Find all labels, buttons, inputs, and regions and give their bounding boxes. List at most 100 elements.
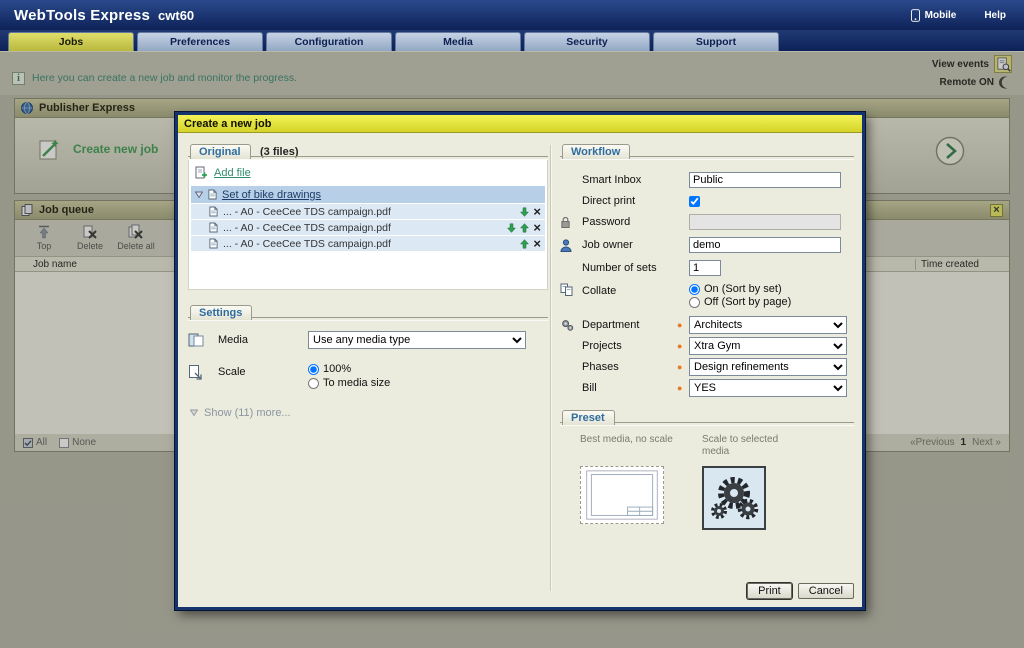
collapse-triangle-icon[interactable] [195, 191, 203, 199]
add-file-icon [195, 166, 208, 179]
media-select[interactable]: Use any media type [308, 331, 526, 349]
scale-100-option[interactable]: 100% [308, 363, 390, 375]
document-icon [208, 189, 217, 200]
projects-label: Projects [582, 340, 677, 352]
collate-row: Collate On (Sort by set) Off (Sort by pa… [560, 283, 854, 309]
file-set-row[interactable]: Set of bike drawings [191, 186, 545, 203]
collate-options: On (Sort by set) Off (Sort by page) [689, 283, 791, 309]
scale-100-radio[interactable] [308, 364, 319, 375]
phone-icon [911, 9, 920, 22]
smart-inbox-row: Smart Inbox [560, 172, 854, 188]
bill-row: Bill ● YES [560, 379, 854, 397]
help-label: Help [984, 10, 1006, 21]
print-button[interactable]: Print [747, 583, 792, 599]
cancel-button[interactable]: Cancel [798, 583, 854, 599]
job-owner-input[interactable] [689, 237, 841, 253]
smart-inbox-input[interactable] [689, 172, 841, 188]
number-of-sets-label: Number of sets [582, 262, 677, 274]
department-row: Department ● Architects [560, 316, 854, 334]
move-up-icon[interactable] [520, 223, 529, 233]
required-indicator: ● [677, 362, 689, 372]
accounting-gears-icon [560, 318, 582, 333]
preset-best-media-label: Best media, no scale [580, 434, 676, 466]
settings-group: Settings Media Use any media type [188, 304, 548, 419]
document-icon [209, 206, 218, 217]
set-name-link[interactable]: Set of bike drawings [222, 189, 321, 201]
smart-inbox-label: Smart Inbox [582, 174, 677, 186]
top-bar: WebTools Express cwt60 Mobile Help [0, 0, 1024, 30]
tab-configuration[interactable]: Configuration [266, 32, 392, 51]
collate-off-radio[interactable] [689, 297, 700, 308]
scale-to-media-label: To media size [323, 377, 390, 389]
remove-file-icon[interactable]: × [533, 206, 541, 217]
original-files-count: (3 files) [260, 146, 299, 158]
move-down-icon[interactable] [520, 207, 529, 217]
preset-group-header: Preset [560, 409, 854, 426]
original-group: Original (3 files) Add file Set of bike … [188, 143, 548, 290]
document-icon [209, 238, 218, 249]
department-select[interactable]: Architects [689, 316, 847, 334]
direct-print-checkbox[interactable] [689, 196, 700, 207]
tab-support[interactable]: Support [653, 32, 779, 51]
collate-on-label: On (Sort by set) [704, 283, 782, 295]
preset-scale-media-option[interactable]: Scale to selected media [702, 434, 798, 530]
brand: WebTools Express cwt60 [14, 7, 194, 24]
file-row[interactable]: ... - A0 - CeeCee TDS campaign.pdf × [191, 236, 545, 251]
tab-security[interactable]: Security [524, 32, 650, 51]
move-up-icon[interactable] [520, 239, 529, 249]
settings-group-header: Settings [188, 304, 548, 321]
projects-select[interactable]: Xtra Gym [689, 337, 847, 355]
scale-to-media-radio[interactable] [308, 378, 319, 389]
file-row[interactable]: ... - A0 - CeeCee TDS campaign.pdf × [191, 220, 545, 235]
tab-media[interactable]: Media [395, 32, 521, 51]
workflow-tab: Workflow [562, 144, 630, 159]
main-tabs: Jobs Preferences Configuration Media Sec… [0, 30, 1024, 51]
remove-file-icon[interactable]: × [533, 222, 541, 233]
scale-100-label: 100% [323, 363, 351, 375]
file-name: ... - A0 - CeeCee TDS campaign.pdf [223, 238, 488, 250]
move-down-icon[interactable] [507, 223, 516, 233]
number-of-sets-input[interactable] [689, 260, 721, 276]
preset-scale-media-label: Scale to selected media [702, 434, 798, 466]
direct-print-row: Direct print [560, 195, 854, 207]
create-job-dialog: Create a new job Original (3 files) Add … [175, 112, 865, 610]
column-divider [550, 145, 552, 591]
workflow-group: Workflow Smart Inbox Direct print [560, 143, 854, 397]
preset-best-media-option[interactable]: Best media, no scale [580, 434, 676, 530]
dialog-body: Original (3 files) Add file Set of bike … [178, 133, 862, 607]
dialog-right-column: Workflow Smart Inbox Direct print [560, 143, 854, 530]
mobile-link[interactable]: Mobile [911, 9, 957, 22]
phases-row: Phases ● Design refinements [560, 358, 854, 376]
scale-to-media-option[interactable]: To media size [308, 377, 390, 389]
show-more-label: Show (11) more... [204, 407, 291, 419]
remove-file-icon[interactable]: × [533, 238, 541, 249]
help-link[interactable]: Help [984, 10, 1006, 21]
department-label: Department [582, 319, 677, 331]
file-name: ... - A0 - CeeCee TDS campaign.pdf [223, 222, 488, 234]
document-icon [209, 222, 218, 233]
direct-print-label: Direct print [582, 195, 677, 207]
password-input [689, 214, 841, 230]
dialog-buttons: Print Cancel [747, 583, 854, 599]
tab-jobs[interactable]: Jobs [8, 32, 134, 51]
collate-on-radio[interactable] [689, 284, 700, 295]
dialog-left-column: Original (3 files) Add file Set of bike … [188, 143, 548, 419]
file-row[interactable]: ... - A0 - CeeCee TDS campaign.pdf × [191, 204, 545, 219]
collate-icon [560, 283, 582, 297]
collate-off-option[interactable]: Off (Sort by page) [689, 296, 791, 308]
file-actions: × [493, 206, 541, 217]
add-file-link[interactable]: Add file [191, 162, 545, 186]
scale-label: Scale [218, 363, 308, 378]
preset-gears-thumbnail[interactable] [702, 466, 766, 530]
media-row: Media Use any media type [188, 331, 548, 353]
tab-preferences[interactable]: Preferences [137, 32, 263, 51]
phases-select[interactable]: Design refinements [689, 358, 847, 376]
collate-on-option[interactable]: On (Sort by set) [689, 283, 791, 295]
show-more-link[interactable]: Show (11) more... [190, 407, 548, 419]
mobile-label: Mobile [925, 10, 957, 21]
dialog-title: Create a new job [178, 115, 862, 133]
top-right-links: Mobile Help [911, 9, 1010, 22]
bill-select[interactable]: YES [689, 379, 847, 397]
preset-drawing-thumbnail[interactable] [580, 466, 664, 524]
expand-triangle-icon [190, 409, 198, 417]
